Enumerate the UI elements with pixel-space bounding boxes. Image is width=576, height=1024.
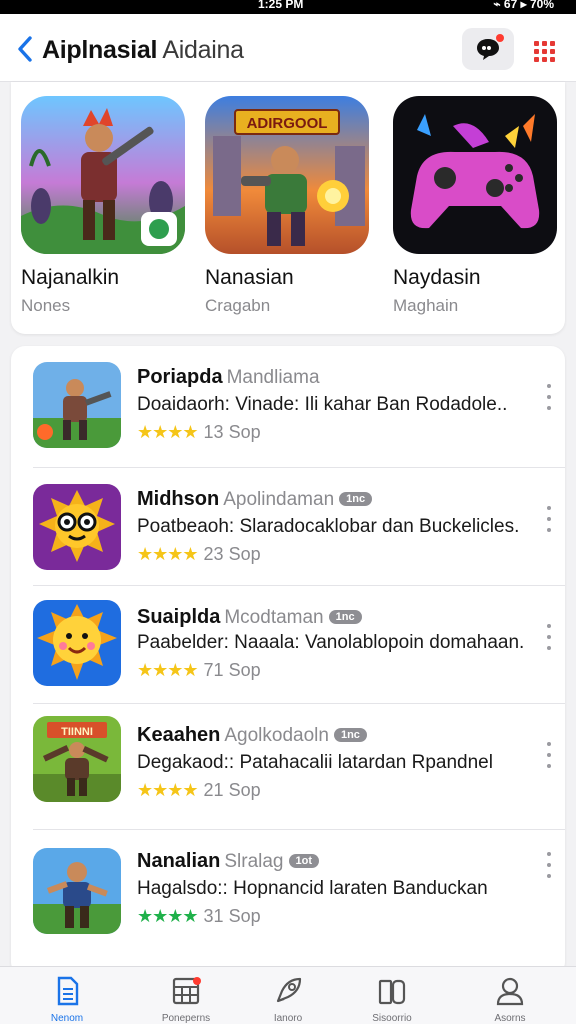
- status-time: 1:25 PM: [258, 0, 304, 11]
- document-icon: [57, 976, 79, 1006]
- more-options-button[interactable]: [543, 384, 555, 410]
- more-options-button[interactable]: [543, 852, 555, 878]
- app-developer: Mcodtaman: [224, 607, 324, 628]
- featured-app-name: Nanasian: [205, 266, 294, 289]
- app-badge: 1ot: [288, 854, 320, 868]
- sun-face-icon: [33, 600, 121, 686]
- app-list: Poriapda Mandliama Doaidaorh: Vinade: Ili…: [11, 346, 565, 976]
- app-title-row: Nanalian Slralag 1ot: [137, 850, 320, 873]
- app-developer: Slralag: [224, 851, 284, 872]
- gamepad-icon: [393, 96, 557, 254]
- list-app-4-banner: TIINNI: [61, 726, 93, 738]
- featured-app-2[interactable]: ADIRGOOL Nanasian Cragabn: [205, 96, 369, 316]
- app-name: Midhson: [137, 488, 220, 510]
- top-navigation-bar: Aiplnasial Aidaina: [0, 14, 576, 82]
- app-rating: ★★★★ 31 Sop: [137, 906, 261, 927]
- page-title-primary: Aiplnasial: [42, 36, 158, 64]
- profile-icon: [496, 977, 524, 1006]
- featured-app-category: Nones: [21, 296, 71, 315]
- divider: [33, 829, 565, 830]
- soldier-icon: TIINNI: [33, 716, 121, 802]
- warrior-game-icon: [21, 96, 185, 254]
- app-name: Suaiplda: [137, 606, 221, 628]
- notification-dot: [193, 977, 201, 985]
- rating-count: 21 Sop: [203, 780, 261, 800]
- app-title-row: Suaiplda Mcodtaman 1nc: [137, 606, 362, 629]
- app-rating: ★★★★ 13 Sop: [137, 422, 261, 443]
- rating-count: 23 Sop: [203, 544, 261, 564]
- rating-count: 13 Sop: [203, 422, 261, 442]
- rating-stars: ★★★★: [137, 906, 199, 926]
- featured-app-name: Najanalkin: [21, 266, 120, 289]
- book-icon: [378, 979, 406, 1005]
- featured-app-2-banner: ADIRGOOL: [247, 115, 328, 132]
- grid-dots-icon: [533, 40, 555, 62]
- rating-stars: ★★★★: [137, 422, 199, 442]
- chat-button[interactable]: [462, 28, 514, 70]
- app-name: Keaahen: [137, 724, 221, 746]
- app-badge: 1nc: [328, 610, 362, 624]
- back-button[interactable]: [12, 32, 38, 66]
- tab-label: Sisoorrio: [372, 1013, 412, 1024]
- more-options-button[interactable]: [543, 506, 555, 532]
- tab-label: Poneperns: [161, 1013, 211, 1024]
- app-title-row: Poriapda Mandliama: [137, 366, 320, 389]
- tab-explore[interactable]: Ianoro: [243, 975, 333, 1024]
- app-description: Paabelder: Naaala: Vanolablopoin domahaa…: [137, 632, 525, 653]
- app-developer: Agolkodaoln: [224, 725, 329, 746]
- app-title-row: Midhson Apolindaman 1nc: [137, 488, 373, 511]
- featured-apps-card: Najanalkin Nones ADIRGOOL Nanasian Craga…: [11, 82, 565, 334]
- status-bar: 1:25 PM ⌁ 67 ▸ 70%: [0, 0, 576, 14]
- more-options-button[interactable]: [543, 742, 555, 768]
- page-title: Aiplnasial Aidaina: [42, 36, 244, 65]
- featured-app-1[interactable]: Najanalkin Nones: [21, 96, 185, 316]
- hero-icon: [33, 848, 121, 934]
- tab-label: Ianoro: [273, 1013, 303, 1024]
- rating-count: 31 Sop: [203, 906, 261, 926]
- featured-app-category: Cragabn: [205, 296, 271, 315]
- tab-label: Nenom: [50, 1013, 84, 1024]
- page-title-secondary: Aidaina: [162, 36, 244, 64]
- rating-stars: ★★★★: [137, 780, 199, 800]
- divider: [33, 585, 565, 586]
- tab-label: Asorns: [494, 1013, 526, 1024]
- app-name: Nanalian: [137, 850, 221, 872]
- tab-updates[interactable]: Poneperns: [141, 975, 231, 1024]
- app-description: Hagalsdo:: Hopnancid laraten Banduckan: [137, 878, 488, 899]
- sun-glasses-icon: [33, 484, 121, 570]
- featured-app-category: Maghain: [393, 296, 459, 315]
- app-description: Doaidaorh: Vinade: Ili kahar Ban Rodadol…: [137, 394, 508, 415]
- tab-library[interactable]: Sisoorrio: [347, 975, 437, 1024]
- notification-dot: [496, 34, 504, 42]
- bottom-tab-bar: Nenom Poneperns Ianoro Sisoorrio Asorns: [0, 966, 576, 1024]
- status-indicators: ⌁ 67 ▸ 70%: [493, 0, 554, 11]
- app-rating: ★★★★ 71 Sop: [137, 660, 261, 681]
- divider: [33, 467, 565, 468]
- app-rating: ★★★★ 21 Sop: [137, 780, 261, 801]
- tab-account[interactable]: Asorns: [465, 975, 555, 1024]
- app-developer: Apolindaman: [223, 489, 335, 510]
- apps-menu-button[interactable]: [524, 36, 564, 66]
- rating-stars: ★★★★: [137, 544, 199, 564]
- app-badge: 1nc: [333, 728, 367, 742]
- rating-count: 71 Sop: [203, 660, 261, 680]
- divider: [33, 703, 565, 704]
- app-description: Degakaod:: Patahacalii latardan Rpandnel: [137, 752, 493, 773]
- action-hero-game-icon: ADIRGOOL: [205, 96, 369, 254]
- chevron-left-icon: [18, 36, 32, 62]
- app-rating: ★★★★ 23 Sop: [137, 544, 261, 565]
- featured-app-3[interactable]: Naydasin Maghain: [393, 96, 557, 316]
- featured-app-name: Naydasin: [393, 266, 481, 289]
- app-name: Poriapda: [137, 366, 223, 388]
- tab-home[interactable]: Nenom: [22, 975, 112, 1024]
- rating-stars: ★★★★: [137, 660, 199, 680]
- warrior-icon: [33, 362, 121, 448]
- app-title-row: Keaahen Agolkodaoln 1nc: [137, 724, 367, 747]
- more-options-button[interactable]: [543, 624, 555, 650]
- app-badge: 1nc: [339, 492, 373, 506]
- app-description: Poatbeaoh: Slaradocaklobar dan Buckelicl…: [137, 516, 520, 537]
- rocket-icon: [276, 977, 302, 1003]
- app-developer: Mandliama: [226, 367, 320, 388]
